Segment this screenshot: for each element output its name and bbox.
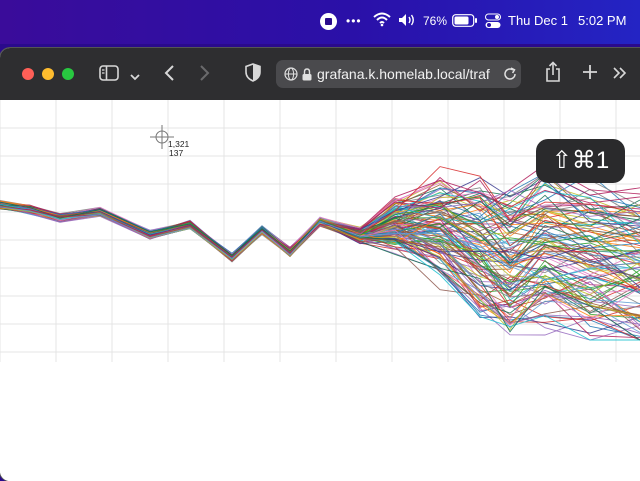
crosshair-y-readout: 137 bbox=[169, 148, 183, 158]
battery-percent[interactable]: 76% bbox=[423, 14, 447, 28]
screen-recording-icon[interactable] bbox=[320, 13, 337, 30]
back-icon[interactable] bbox=[163, 64, 175, 87]
wifi-icon[interactable] bbox=[373, 12, 391, 30]
keyboard-shortcut-hud: ⇧⌘1 bbox=[536, 139, 625, 183]
time[interactable]: 5:02 PM bbox=[578, 13, 626, 28]
minimize-button[interactable] bbox=[42, 68, 54, 80]
browser-window: grafana.k.homelab.local/traf 1,321 137 bbox=[0, 48, 640, 481]
url-text[interactable]: grafana.k.homelab.local/traf bbox=[317, 66, 499, 82]
privacy-shield-icon[interactable] bbox=[245, 63, 261, 87]
more-icon[interactable]: ••• bbox=[346, 14, 362, 28]
date[interactable]: Thu Dec 1 bbox=[508, 13, 568, 28]
share-icon[interactable] bbox=[545, 61, 561, 88]
volume-icon[interactable] bbox=[398, 13, 416, 30]
browser-toolbar: grafana.k.homelab.local/traf bbox=[0, 48, 640, 100]
chart-series-lines bbox=[0, 164, 640, 341]
overflow-chevrons-icon[interactable] bbox=[613, 66, 627, 84]
chevron-down-icon[interactable] bbox=[130, 68, 140, 86]
globe-icon bbox=[284, 67, 298, 84]
lock-icon bbox=[302, 68, 312, 84]
close-button[interactable] bbox=[22, 68, 34, 80]
zoom-button[interactable] bbox=[62, 68, 74, 80]
reload-icon[interactable] bbox=[503, 67, 517, 84]
new-tab-icon[interactable] bbox=[582, 64, 598, 85]
forward-icon[interactable] bbox=[199, 64, 211, 87]
menu-bar: ••• 76% Thu Dec 1 5:02 PM bbox=[0, 0, 640, 44]
control-center-icon[interactable] bbox=[485, 13, 501, 32]
address-bar[interactable]: grafana.k.homelab.local/traf bbox=[276, 60, 521, 88]
battery-icon[interactable] bbox=[452, 14, 478, 30]
sidebar-toggle-icon[interactable] bbox=[99, 65, 119, 86]
